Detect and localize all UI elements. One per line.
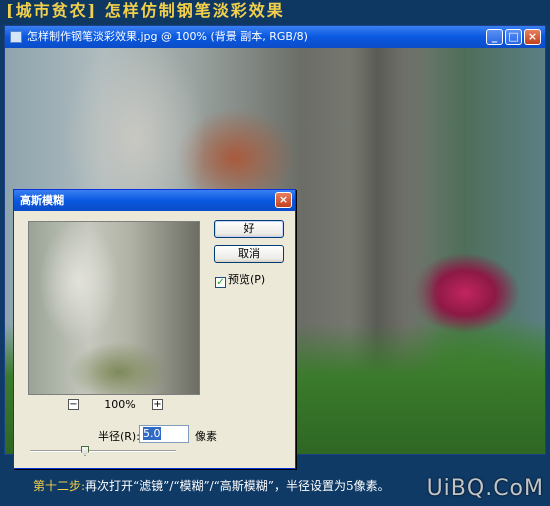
step-text: 再次打开“滤镜”/“模糊”/“高斯模糊”，半径设置为5像素。 (85, 479, 390, 493)
site-watermark: UiBQ.CoM (426, 476, 544, 501)
dialog-close-button[interactable]: × (275, 192, 292, 208)
minimize-button[interactable]: _ (486, 29, 503, 45)
step-caption: 第十二步:再次打开“滤镜”/“模糊”/“高斯模糊”，半径设置为5像素。 (33, 477, 390, 494)
close-button[interactable]: × (524, 29, 541, 45)
gaussian-blur-dialog: 高斯模糊 × 好 取消 ✓ 预览(P) − 100% + 半径(R): 5.0 像… (13, 189, 296, 469)
cancel-button[interactable]: 取消 (214, 245, 284, 263)
document-icon (10, 31, 22, 43)
image-window: 怎样制作钢笔淡彩效果.jpg @ 100% (背景 副本, RGB/8) _ □… (4, 25, 546, 469)
dialog-titlebar[interactable]: 高斯模糊 (14, 190, 295, 211)
zoom-out-button[interactable]: − (68, 399, 79, 410)
ok-button[interactable]: 好 (214, 220, 284, 238)
step-number: 第十二步: (33, 479, 86, 493)
tutorial-header: [城市贫农] 怎样仿制钢笔淡彩效果 (0, 0, 550, 24)
preview-checkbox[interactable]: ✓ 预览(P) (215, 273, 265, 288)
radius-value: 5.0 (143, 427, 161, 440)
radius-unit: 像素 (195, 430, 217, 443)
radius-slider-track[interactable] (30, 450, 176, 452)
checkmark-icon[interactable]: ✓ (215, 277, 226, 288)
radius-slider-thumb[interactable] (81, 446, 89, 456)
zoom-level: 100% (104, 398, 136, 411)
window-title: 怎样制作钢笔淡彩效果.jpg @ 100% (背景 副本, RGB/8) (27, 30, 308, 43)
preview-label: 预览(P) (228, 273, 266, 286)
zoom-in-button[interactable]: + (152, 399, 163, 410)
dialog-title: 高斯模糊 (20, 194, 64, 207)
maximize-button[interactable]: □ (505, 29, 522, 45)
blur-preview[interactable] (28, 221, 200, 395)
radius-input[interactable]: 5.0 (139, 425, 189, 443)
radius-label: 半径(R): (98, 430, 140, 443)
window-titlebar[interactable]: 怎样制作钢笔淡彩效果.jpg @ 100% (背景 副本, RGB/8) (5, 26, 545, 48)
